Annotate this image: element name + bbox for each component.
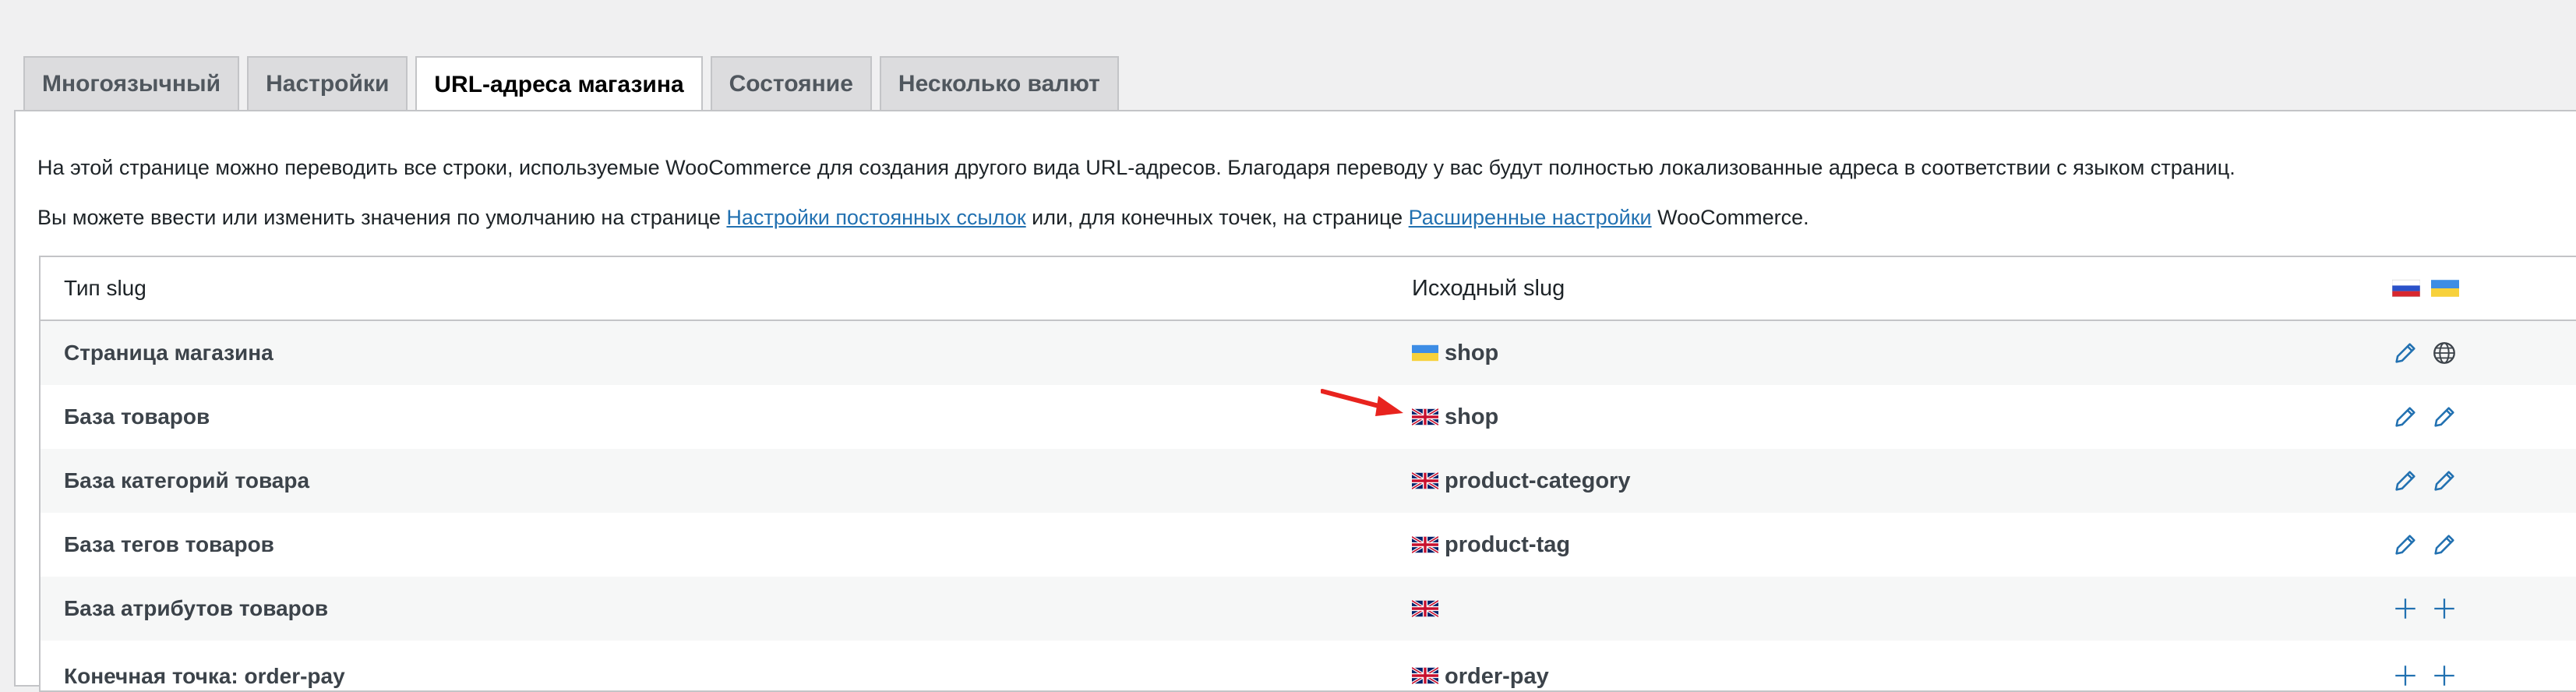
table-row: База тегов товаров product-tag [41,513,2576,577]
flag-ukraine-icon [1412,344,1438,362]
flag-uk-icon [1412,600,1438,617]
plus-icon[interactable] [2392,595,2419,622]
table-row: База категорий товара product-category [41,449,2576,513]
table-row: База атрибутов товаров [41,577,2576,641]
table-row: Страница магазина shop [41,321,2576,385]
advanced-settings-link[interactable]: Расширенные настройки [1409,206,1652,229]
pencil-icon[interactable] [2392,531,2419,558]
tab-multi-currency[interactable]: Несколько валют [879,56,1119,111]
tab-bar: Многоязычный Настройки URL-адреса магази… [23,56,1127,112]
original-slug: product-category [1445,468,1631,493]
original-slug: shop [1445,404,1499,429]
slug-translation-table: Тип slug Исходный slug Страница магазина… [39,256,2576,692]
description-text: WooCommerce. [1651,206,1809,229]
slug-type: База категорий товара [64,468,310,493]
tab-settings[interactable]: Настройки [247,56,408,111]
header-slug-type: Тип slug [64,276,146,300]
plus-icon[interactable] [2392,662,2419,689]
pencil-icon[interactable] [2392,468,2419,494]
tab-status[interactable]: Состояние [710,56,872,111]
table-row: База товаров shop [41,385,2576,449]
pencil-icon[interactable] [2431,468,2458,494]
flag-ukraine-icon [2431,279,2459,298]
original-slug: order-pay [1445,664,1549,689]
slug-type: Страница магазина [64,341,273,365]
description-text: Вы можете ввести или изменить значения п… [37,206,727,229]
table-header: Тип slug Исходный slug [41,257,2576,321]
flag-uk-icon [1412,472,1438,489]
original-slug: shop [1445,340,1499,365]
flag-uk-icon [1412,408,1438,425]
slug-type: Конечная точка: order-pay [64,664,345,688]
slug-type: База тегов товаров [64,532,274,556]
pencil-icon[interactable] [2392,404,2419,430]
plus-icon[interactable] [2431,595,2458,622]
description-line-1: На этой странице можно переводить все ст… [37,156,2235,179]
pencil-icon[interactable] [2392,340,2419,366]
original-slug: product-tag [1445,531,1571,557]
plus-icon[interactable] [2431,662,2458,689]
flag-uk-icon [1412,667,1438,684]
table-row: Конечная точка: order-pay order-pay [41,641,2576,690]
slug-type: База товаров [64,404,210,429]
header-original-slug: Исходный slug [1412,275,1565,301]
pencil-icon[interactable] [2431,531,2458,558]
description-text: или, для конечных точек, на странице [1025,206,1409,229]
pencil-icon[interactable] [2431,404,2458,430]
slug-type: База атрибутов товаров [64,596,329,620]
globe-icon[interactable] [2431,340,2458,366]
red-arrow-icon [1321,389,1403,416]
flag-uk-icon [1412,536,1438,553]
tab-multilingual[interactable]: Многоязычный [23,56,240,111]
flag-russia-icon [2392,279,2420,298]
permalink-settings-link[interactable]: Настройки постоянных ссылок [726,206,1025,229]
tab-store-urls[interactable]: URL-адреса магазина [415,56,703,112]
description-line-2: Вы можете ввести или изменить значения п… [37,206,1809,230]
